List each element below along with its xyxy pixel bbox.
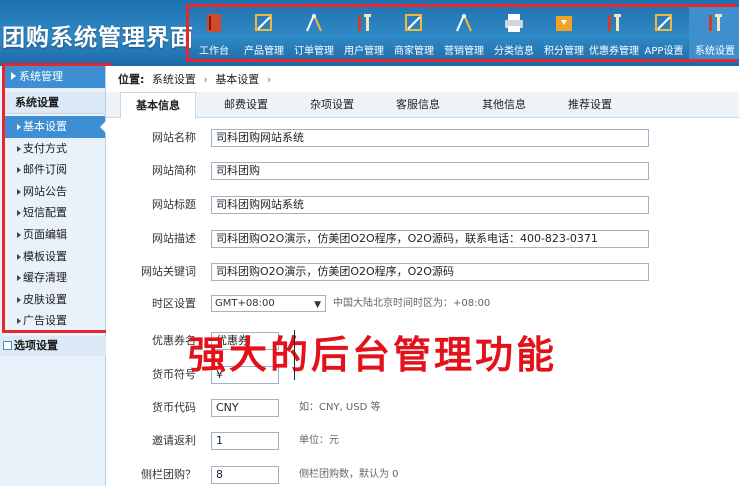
topnav-label: 营销管理 (444, 46, 484, 57)
form-row-site-desc: 网站描述 司科团购O2O演示，仿美团O2O程序，O2O源码，联系电话：400-8… (106, 230, 739, 250)
compass-icon (303, 12, 325, 34)
tab-customer-service[interactable]: 客服信息 (382, 92, 454, 118)
topnav-label: 工作台 (199, 46, 229, 57)
folder-icon (3, 341, 12, 350)
currency-code-input[interactable]: CNY (211, 399, 279, 417)
tools-icon (704, 12, 726, 34)
currency-code-hint: 如：CNY, USD 等 (299, 402, 381, 413)
sidebar-deals-input[interactable]: 8 (211, 466, 279, 484)
topnav-label: 分类信息 (494, 46, 534, 57)
pencil-ruler-icon (403, 12, 425, 34)
book-icon (203, 12, 225, 34)
main-content: 位置: 系统设置 › 基本设置 › 基本信息 邮费设置 杂项设置 客服信息 其他… (106, 66, 739, 486)
timezone-hint: 中国大陆北京时间时区为：+08:00 (333, 298, 491, 309)
header-bar: 团购系统管理界面 工作台 产品管理 订单管理 用户管理 商家管理 营销管理 分类… (0, 0, 739, 66)
download-box-icon (553, 12, 575, 34)
topnav-item[interactable]: 优惠券管理 (589, 7, 639, 59)
site-desc-input[interactable]: 司科团购O2O演示，仿美团O2O程序，O2O源码，联系电话：400-823-03… (211, 230, 649, 248)
topnav-label: 优惠券管理 (589, 46, 639, 57)
tools-icon (603, 12, 625, 34)
breadcrumb-separator: › (203, 73, 208, 86)
topnav-label: 产品管理 (244, 46, 284, 57)
compass-icon (453, 12, 475, 34)
topnav-item[interactable]: 系统设置 (689, 7, 739, 59)
topnav-label: 商家管理 (394, 46, 434, 57)
tab-other[interactable]: 其他信息 (468, 92, 540, 118)
topnav-item[interactable]: 商家管理 (389, 7, 439, 59)
printer-icon (503, 12, 525, 34)
topnav-label: APP设置 (644, 46, 684, 57)
brand-title: 团购系统管理界面 (2, 25, 194, 51)
sidebar-highlight-frame (2, 63, 111, 333)
text-cursor (294, 330, 295, 380)
invite-rebate-input[interactable]: 1 (211, 432, 279, 450)
topnav-label: 用户管理 (344, 46, 384, 57)
topnav-item[interactable]: 订单管理 (289, 7, 339, 59)
topnav-item[interactable]: 营销管理 (439, 7, 489, 59)
sidebar-deals-hint: 侧栏团购数，默认为 0 (299, 469, 399, 480)
timezone-select[interactable]: GMT+08:00 ▼ (211, 295, 326, 312)
tools-icon (353, 12, 375, 34)
breadcrumb-item[interactable]: 系统设置 (152, 73, 196, 86)
topnav-item[interactable]: 用户管理 (339, 7, 389, 59)
dropdown-arrow-icon: ▼ (314, 300, 321, 310)
topnav-label: 订单管理 (294, 46, 334, 57)
tab-shipping[interactable]: 邮费设置 (210, 92, 282, 118)
tab-misc[interactable]: 杂项设置 (296, 92, 368, 118)
topnav-item[interactable]: 工作台 (189, 7, 239, 59)
tab-recommend[interactable]: 推荐设置 (554, 92, 626, 118)
site-short-input[interactable]: 司科团购 (211, 162, 649, 180)
breadcrumb-separator: › (266, 73, 272, 86)
tab-bar: 基本信息 邮费设置 杂项设置 客服信息 其他信息 推荐设置 (106, 92, 739, 119)
site-keywords-input[interactable]: 司科团购O2O演示，仿美团O2O程序，O2O源码 (211, 263, 649, 281)
topnav-item[interactable]: 分类信息 (489, 7, 539, 59)
form-row-timezone: 时区设置 GMT+08:00 ▼ 中国大陆北京时间时区为：+08:00 (106, 295, 739, 315)
topnav-label: 积分管理 (544, 46, 584, 57)
promo-overlay-text: 强大的后台管理功能 (188, 332, 558, 377)
form-row-invite-rebate: 邀请返利 1 单位：元 (106, 432, 739, 452)
form-row-site-short: 网站简称 司科团购 (106, 162, 739, 182)
breadcrumb: 位置: 系统设置 › 基本设置 › (118, 73, 272, 86)
app-window: 团购系统管理界面 工作台 产品管理 订单管理 用户管理 商家管理 营销管理 分类… (0, 0, 739, 486)
form-row-site-keywords: 网站关键词 司科团购O2O演示，仿美团O2O程序，O2O源码 (106, 263, 739, 283)
site-name-input[interactable]: 司科团购网站系统 (211, 129, 649, 147)
site-title-input[interactable]: 司科团购网站系统 (211, 196, 649, 214)
breadcrumb-item[interactable]: 基本设置 (215, 73, 259, 86)
form-row-sidebar-deals: 侧栏团购？ 8 侧栏团购数，默认为 0 (106, 466, 739, 486)
topnav-label: 系统设置 (695, 46, 735, 57)
pencil-ruler-icon (653, 12, 675, 34)
invite-rebate-hint: 单位：元 (299, 435, 339, 446)
form-row-site-name: 网站名称 司科团购网站系统 (106, 129, 739, 149)
tab-basic-info[interactable]: 基本信息 (120, 92, 196, 119)
pencil-ruler-icon (253, 12, 275, 34)
topnav-item[interactable]: 积分管理 (539, 7, 589, 59)
topnav-item[interactable]: APP设置 (639, 7, 689, 59)
topnav-item[interactable]: 产品管理 (239, 7, 289, 59)
sidebar-group-options[interactable]: 选项设置 (0, 336, 106, 356)
form-row-currency-code: 货币代码 CNY 如：CNY, USD 等 (106, 399, 739, 419)
form-row-site-title: 网站标题 司科团购网站系统 (106, 196, 739, 216)
top-navigation: 工作台 产品管理 订单管理 用户管理 商家管理 营销管理 分类信息 积分管理 优… (186, 4, 739, 62)
